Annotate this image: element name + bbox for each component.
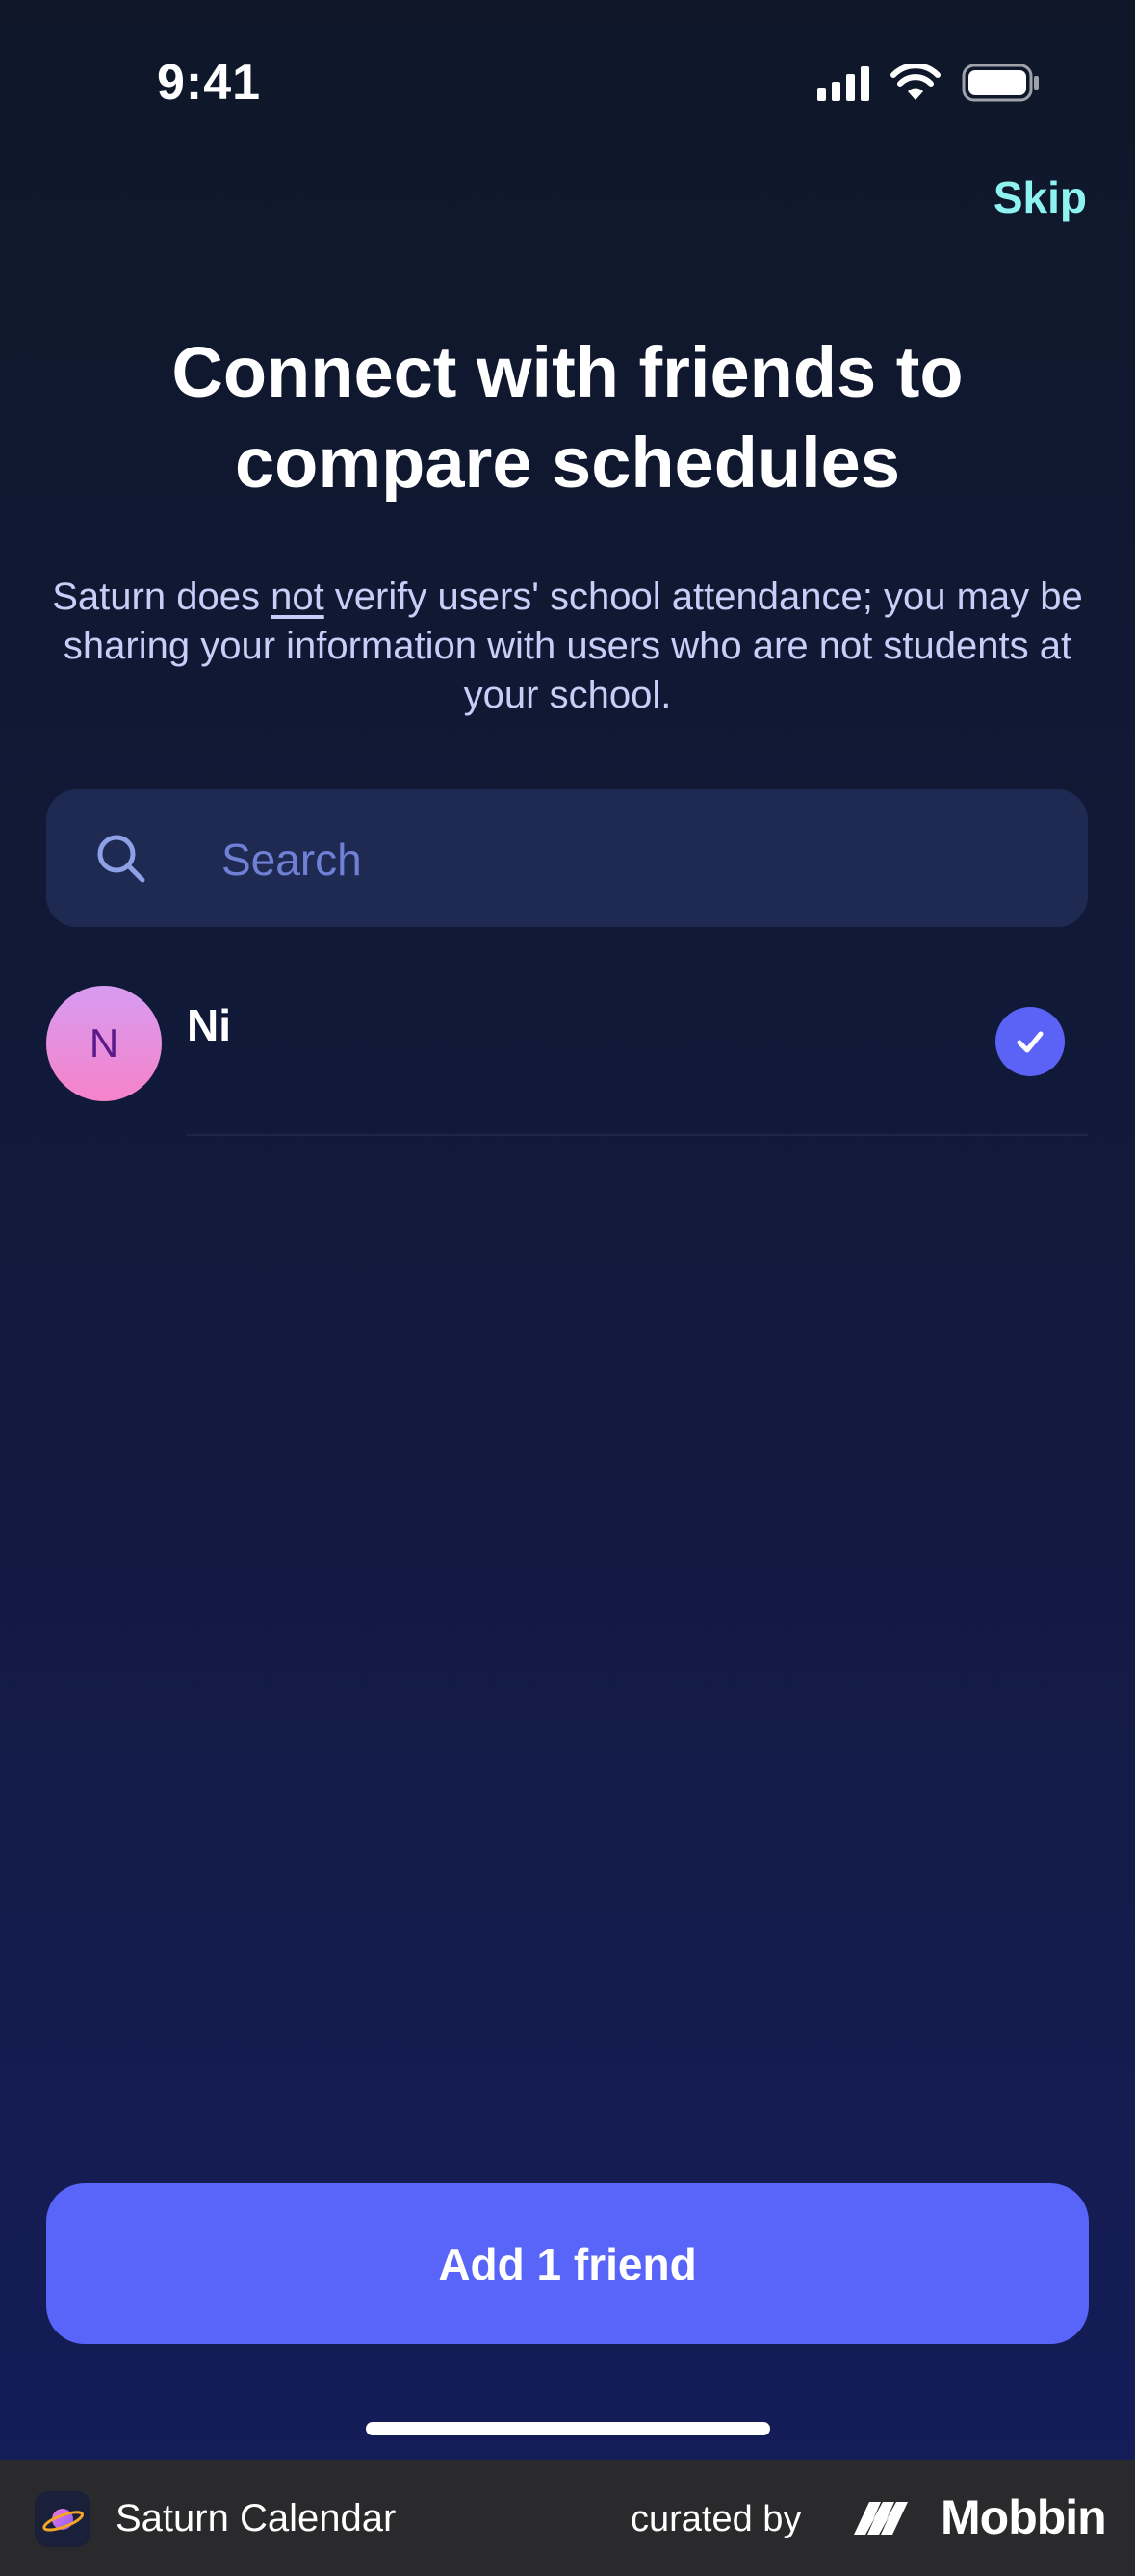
search-bar[interactable] (46, 789, 1088, 929)
battery-icon (962, 64, 1039, 102)
page-title: Connect with friends to compare schedule… (0, 327, 1135, 508)
disclaimer-part-1: Saturn does (52, 576, 271, 618)
wifi-icon (890, 64, 941, 100)
friend-name: Ni (187, 1000, 231, 1050)
row-divider (187, 1134, 1088, 1136)
title-line-2: compare schedules (235, 423, 900, 502)
add-friend-button[interactable]: Add 1 friend (46, 2183, 1089, 2344)
search-input[interactable] (219, 789, 1051, 929)
footer-app-name: Saturn Calendar (116, 2497, 397, 2539)
checkmark-icon (1017, 1031, 1044, 1053)
mobbin-logo: Mobbin (852, 2489, 1107, 2545)
mobbin-wordmark: Mobbin (941, 2490, 1107, 2544)
disclaimer-emphasis: not (271, 576, 324, 618)
friend-list-item[interactable]: N Ni (46, 982, 1088, 1136)
mobbin-logo-icon (854, 2502, 908, 2535)
signal-icon (817, 64, 869, 101)
status-time: 9:41 (157, 55, 262, 111)
title-line-1: Connect with friends to (171, 332, 964, 412)
saturn-app-icon (35, 2491, 90, 2547)
selected-check-toggle[interactable] (995, 1007, 1065, 1076)
footer-curated-label: curated by (631, 2499, 802, 2539)
skip-button[interactable]: Skip (993, 171, 1087, 223)
status-bar: 9:41 (0, 0, 1135, 164)
home-indicator (366, 2422, 770, 2435)
planet-icon (42, 2509, 85, 2532)
footer-bar: Saturn Calendar curated by Mobbin (0, 2460, 1135, 2576)
search-icon (97, 835, 145, 883)
status-icons (817, 64, 1041, 102)
disclaimer-text: Saturn does not verify users' school att… (48, 573, 1087, 720)
avatar: N (46, 986, 162, 1101)
